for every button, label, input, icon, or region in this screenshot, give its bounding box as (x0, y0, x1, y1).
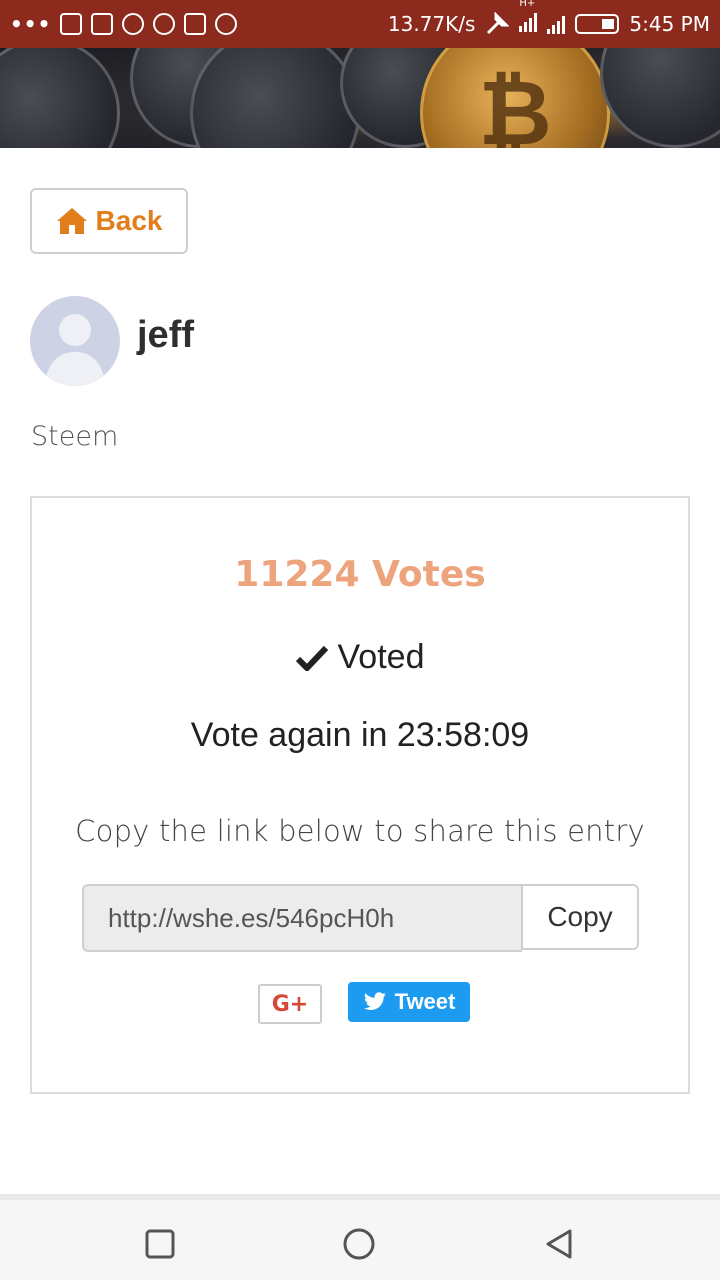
wrench-icon (487, 12, 510, 35)
coin-image (0, 48, 120, 148)
voted-label: Voted (337, 638, 425, 676)
voted-status: Voted (32, 638, 688, 677)
avatar (30, 296, 120, 386)
back-label: Back (95, 205, 163, 236)
coin-image (600, 48, 720, 148)
vote-card: 11224 Votes Voted Vote again in 23:58:09… (30, 496, 690, 1094)
tweet-button[interactable]: Tweet (348, 982, 470, 1022)
profile-platform: Steem (31, 421, 119, 452)
vote-again-timer: Vote again in 23:58:09 (190, 716, 530, 754)
share-link-input[interactable] (82, 884, 522, 952)
chat-icon (122, 13, 145, 35)
bitcoin-coin-image: ₿ (420, 48, 610, 148)
image-icon (91, 13, 114, 35)
back-triangle-icon[interactable] (543, 1228, 575, 1260)
sim-icon (60, 13, 83, 35)
system-nav-bar (0, 1194, 720, 1280)
bitcoin-icon: ₿ (478, 60, 552, 149)
clock: 5:45 PM (629, 12, 710, 36)
header-banner: ₿ (0, 48, 720, 148)
recents-square-icon[interactable] (144, 1228, 176, 1260)
battery-icon (575, 14, 620, 34)
copy-button[interactable]: Copy (521, 884, 639, 950)
net-speed: 13.77K/s (387, 12, 476, 36)
signal-icon-1: H+ (519, 0, 538, 37)
check-icon (295, 645, 328, 671)
back-button[interactable]: Back (30, 188, 188, 254)
google-plus-share-button[interactable]: G+ (258, 984, 322, 1024)
app-icon (215, 13, 238, 35)
tweet-label: Tweet (394, 989, 456, 1014)
no-signal-icon (184, 13, 207, 35)
home-circle-icon[interactable] (343, 1228, 375, 1260)
default-user-icon (44, 314, 106, 386)
status-bar: ••• 13.77K/s H+ 5:45 PM (0, 0, 720, 48)
home-icon (56, 208, 87, 234)
profile-name: jeff (137, 314, 194, 356)
share-prompt: Copy the link below to share this entry (75, 814, 645, 848)
signal-icon-2 (547, 14, 566, 34)
coin-image (190, 48, 360, 148)
shield-icon (153, 13, 176, 35)
network-type: H+ (519, 0, 536, 9)
more-dots-icon: ••• (10, 12, 52, 36)
votes-count: 11224 Votes (234, 554, 486, 595)
twitter-bird-icon (363, 992, 386, 1010)
status-system-icons: 13.77K/s H+ 5:45 PM (387, 0, 710, 37)
status-notification-icons: ••• (10, 12, 238, 36)
